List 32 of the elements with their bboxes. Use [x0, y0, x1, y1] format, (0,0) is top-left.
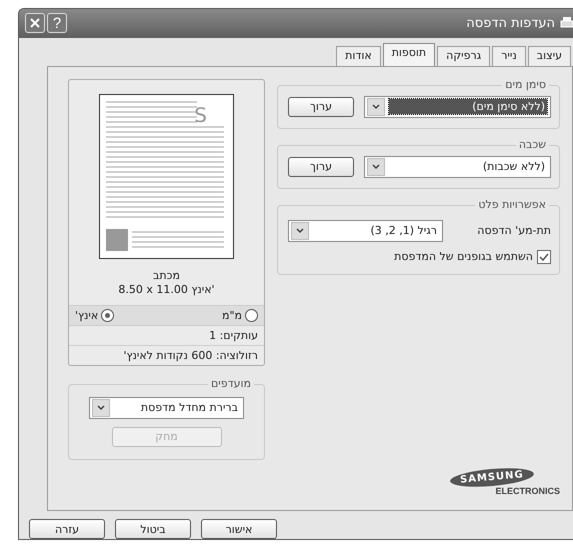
radio-label: אינץ': [75, 308, 98, 322]
paper-name: מכתב: [152, 268, 181, 283]
close-button[interactable]: [25, 13, 45, 34]
tab[interactable]: עיצוב: [528, 46, 571, 66]
checkbox-label: השתמש בגופנים של המדפסת: [394, 250, 533, 264]
checkbox[interactable]: [537, 250, 551, 264]
dialog-button[interactable]: ביטול: [115, 519, 191, 539]
print-mode-dropdown[interactable]: רגיל (1, 2, 3): [288, 220, 443, 242]
field-label: תת-מע' הדפסה: [477, 224, 551, 238]
radio-button[interactable]: [245, 308, 258, 322]
dialog-button[interactable]: אישור: [201, 519, 277, 539]
edit-button[interactable]: ערוך: [288, 96, 354, 117]
radio-button[interactable]: [101, 308, 114, 322]
tab[interactable]: נייר: [492, 46, 526, 66]
dialog-button[interactable]: עזרה: [29, 519, 105, 539]
image-block: [106, 228, 128, 251]
resolution-text: רזולוציה: 600 נקודות לאינץ': [69, 344, 264, 365]
overlay-dropdown[interactable]: (ללא שכבות): [364, 156, 551, 178]
window-title: העדפות הדפסה: [466, 16, 555, 31]
close-icon[interactable]: [29, 17, 41, 30]
paper-size: 8.50 x 11.00 אינץ': [117, 282, 216, 297]
watermark-dropdown[interactable]: (ללא סימן מים): [364, 96, 551, 118]
radio-label: מ"מ: [222, 308, 242, 322]
tab[interactable]: אודות: [336, 46, 381, 66]
favorites-dropdown[interactable]: ברירת מחדל מדפסת: [89, 396, 244, 419]
tab[interactable]: תוספות: [382, 42, 436, 66]
tab[interactable]: גרפיקה: [437, 46, 490, 66]
group-title: אפשרויות פלט: [475, 198, 549, 211]
help-button[interactable]: ?: [47, 13, 67, 34]
sample-letter: S: [194, 102, 207, 127]
copies-text: עותקים: 1: [69, 324, 264, 345]
edit-button[interactable]: ערוך: [288, 156, 354, 177]
